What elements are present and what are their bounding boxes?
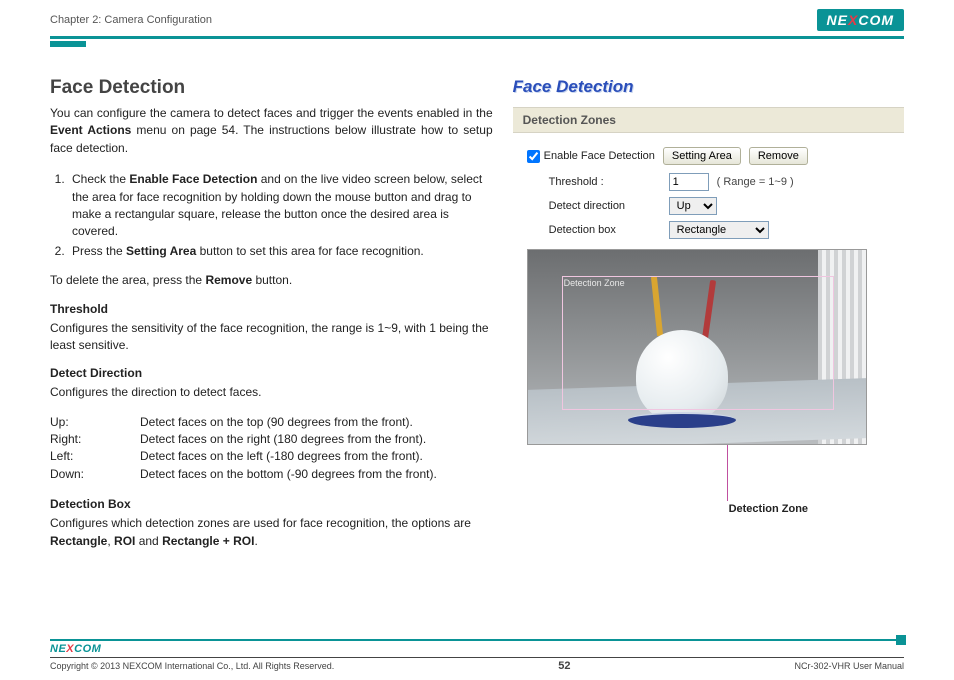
video-preview[interactable]: Detection Zone [527,249,867,445]
text: and [135,534,162,548]
dir-row: Down:Detect faces on the bottom (-90 deg… [50,466,493,483]
logo-part: NE [50,643,66,655]
detection-box-paragraph: Configures which detection zones are use… [50,515,493,550]
footer-logo: NEXCOM [50,643,904,655]
threshold-paragraph: Configures the sensitivity of the face r… [50,320,493,355]
step-item: Check the Enable Face Detection and on t… [68,171,493,241]
dir-label: Right: [50,431,140,448]
text: Check the [72,172,129,186]
chapter-title: Chapter 2: Camera Configuration [50,14,212,26]
remove-button[interactable]: Remove [749,147,808,165]
manual-name: NCr-302-VHR User Manual [794,661,904,671]
text-bold: Event Actions [50,123,131,137]
setting-area-button[interactable]: Setting Area [663,147,741,165]
text: button. [252,273,292,287]
dir-value: Detect faces on the left (-180 degrees f… [140,448,423,465]
footer-rule [50,639,904,641]
threshold-label: Threshold : [549,176,669,188]
steps-list: Check the Enable Face Detection and on t… [68,171,493,260]
logo-part: COM [74,643,101,655]
detect-direction-label: Detect direction [549,200,669,212]
preview-cup-base [628,412,736,428]
detection-zone-overlay-label: Detection Zone [564,278,625,288]
threshold-heading: Threshold [50,302,493,316]
dir-value: Detect faces on the right (180 degrees f… [140,431,426,448]
dir-label: Left: [50,448,140,465]
text-bold: Rectangle + ROI [162,534,254,548]
page-number: 52 [558,660,570,672]
text-bold: Enable Face Detection [129,172,257,186]
text-bold: Rectangle [50,534,107,548]
header-rule [50,36,904,39]
enable-face-detection-check[interactable]: Enable Face Detection [527,150,655,163]
text: You can configure the camera to detect f… [50,106,493,120]
intro-paragraph: You can configure the camera to detect f… [50,105,493,157]
detection-box-select[interactable]: Rectangle [669,221,769,239]
enable-face-detection-checkbox[interactable] [527,150,540,163]
detection-box-label: Detection box [549,224,669,236]
text: Press the [72,244,126,258]
copyright-text: Copyright © 2013 NEXCOM International Co… [50,661,334,671]
detect-direction-heading: Detect Direction [50,366,493,380]
dir-label: Down: [50,466,140,483]
logo-x: X [66,643,74,655]
text-bold: Setting Area [126,244,196,258]
threshold-input[interactable] [669,173,709,191]
detection-box-heading: Detection Box [50,497,493,511]
callout-line [727,445,890,501]
delete-note: To delete the area, press the Remove but… [50,272,493,289]
text-bold: ROI [114,534,135,548]
checkbox-label: Enable Face Detection [544,150,655,162]
page-title: Face Detection [50,77,493,99]
zones-header: Detection Zones [513,107,904,133]
text-bold: Remove [205,273,252,287]
text: button to set this area for face recogni… [196,244,423,258]
detect-direction-select[interactable]: Up [669,197,717,215]
text: To delete the area, press the [50,273,205,287]
text: Configures which detection zones are use… [50,516,471,530]
text: . [254,534,257,548]
app-title: Face Detection [513,77,634,97]
brand-logo: NEXCOM [817,9,904,31]
dir-value: Detect faces on the top (90 degrees from… [140,414,413,431]
direction-table: Up:Detect faces on the top (90 degrees f… [50,414,493,484]
detection-zone-box[interactable] [562,276,834,410]
logo-x: X [848,12,858,28]
threshold-range-note: ( Range = 1~9 ) [717,176,794,188]
dir-label: Up: [50,414,140,431]
dir-value: Detect faces on the bottom (-90 degrees … [140,466,437,483]
dir-row: Up:Detect faces on the top (90 degrees f… [50,414,493,431]
logo-part: COM [858,12,894,28]
dir-row: Right:Detect faces on the right (180 deg… [50,431,493,448]
detect-direction-paragraph: Configures the direction to detect faces… [50,384,493,401]
callout-text: Detection Zone [647,503,890,515]
logo-part: NE [827,12,848,28]
dir-row: Left:Detect faces on the left (-180 degr… [50,448,493,465]
step-item: Press the Setting Area button to set thi… [68,243,493,260]
